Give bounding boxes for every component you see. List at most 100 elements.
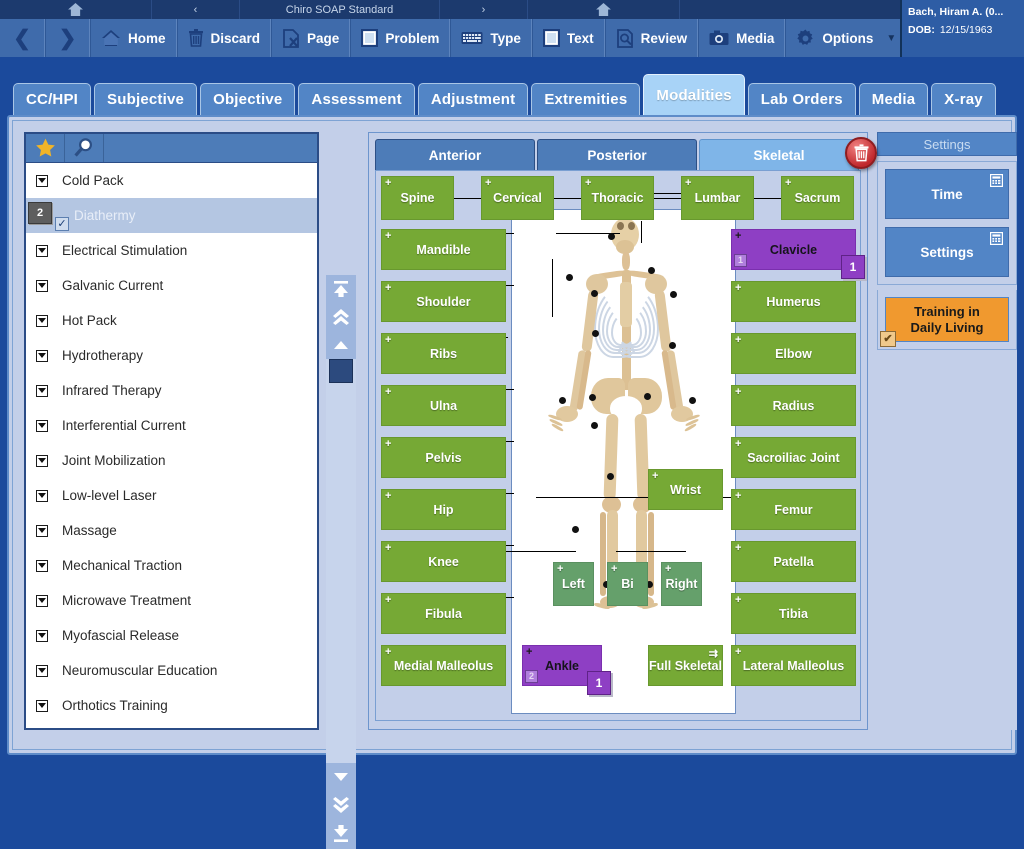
region-button-ankle-selected[interactable]: + Ankle 2 1 [522, 645, 611, 695]
calculator-icon[interactable] [990, 232, 1004, 248]
dropdown-box-icon[interactable] [36, 244, 48, 257]
region-selection-badge[interactable]: 1 [587, 671, 611, 695]
expand-icon[interactable]: ⇉ [709, 647, 718, 660]
dropdown-box-icon[interactable] [36, 594, 48, 607]
dropdown-box-icon[interactable] [36, 314, 48, 327]
add-icon[interactable]: + [385, 177, 391, 189]
tab-subjective[interactable]: Subjective [94, 83, 198, 115]
add-icon[interactable]: + [665, 563, 671, 575]
region-button-lumbar[interactable]: + Lumbar [681, 176, 754, 220]
list-item[interactable]: Cold Pack [26, 163, 317, 198]
home-button[interactable]: Home [90, 19, 177, 57]
scroll-line-down-button[interactable] [326, 763, 356, 791]
titlebar-next-button[interactable]: › [440, 0, 528, 19]
media-button[interactable]: Media [698, 19, 786, 57]
region-marker-dot[interactable] [669, 342, 676, 349]
tab-cc-hpi[interactable]: CC/HPI [13, 83, 92, 115]
region-marker-dot[interactable] [572, 526, 579, 533]
chevron-down-icon[interactable]: ▼ [886, 33, 896, 44]
view-tab-posterior[interactable]: Posterior [537, 139, 697, 171]
dropdown-box-icon[interactable] [36, 524, 48, 537]
dropdown-box-icon[interactable] [36, 699, 48, 712]
titlebar-home-left[interactable] [0, 0, 152, 19]
tab-lab-orders[interactable]: Lab Orders [747, 83, 856, 115]
region-button-cervical[interactable]: + Cervical [481, 176, 554, 220]
region-marker-dot[interactable] [591, 422, 598, 429]
tab-modalities[interactable]: Modalities [643, 74, 745, 115]
add-icon[interactable]: + [652, 470, 658, 482]
page-button[interactable]: Page [271, 19, 351, 57]
region-marker-dot[interactable] [689, 397, 696, 404]
region-marker-dot[interactable] [566, 274, 573, 281]
add-icon[interactable]: + [385, 646, 391, 658]
dropdown-box-icon[interactable] [36, 419, 48, 432]
list-item[interactable]: Massage [26, 513, 317, 548]
add-icon[interactable]: + [385, 490, 391, 502]
list-item[interactable]: Neuromuscular Education [26, 653, 317, 688]
region-button-elbow[interactable]: + Elbow [731, 333, 856, 374]
list-item[interactable]: Hot Pack [26, 303, 317, 338]
list-item[interactable]: Interferential Current [26, 408, 317, 443]
favorites-star-icon[interactable] [26, 134, 65, 162]
region-button-knee[interactable]: + Knee [381, 541, 506, 582]
region-button-ulna[interactable]: + Ulna [381, 385, 506, 426]
tab-media[interactable]: Media [858, 83, 929, 115]
patient-info-chip[interactable]: Bach, Hiram A. (0... DOB: 12/15/1963 [900, 0, 1024, 57]
add-icon[interactable]: + [735, 230, 741, 242]
dropdown-box-icon[interactable] [36, 629, 48, 642]
problem-button[interactable]: Problem [350, 19, 451, 57]
nav-forward-button[interactable]: ❯ [45, 19, 90, 57]
region-marker-dot[interactable] [589, 394, 596, 401]
region-button-mandible[interactable]: + Mandible [381, 229, 506, 270]
discard-button[interactable]: Discard [176, 19, 272, 57]
add-icon[interactable]: + [385, 594, 391, 606]
scroll-to-bottom-button[interactable] [326, 819, 356, 849]
titlebar-home-right[interactable] [528, 0, 680, 19]
tab-objective[interactable]: Objective [200, 83, 296, 115]
scrollbar-thumb[interactable] [329, 359, 353, 383]
region-marker-dot[interactable] [670, 291, 677, 298]
dropdown-box-icon[interactable] [36, 349, 48, 362]
region-marker-dot[interactable] [591, 290, 598, 297]
list-item[interactable]: Joint Mobilization [26, 443, 317, 478]
region-button-ribs[interactable]: + Ribs [381, 333, 506, 374]
type-button[interactable]: Type [450, 19, 532, 57]
delete-region-button[interactable] [845, 137, 877, 169]
add-icon[interactable]: + [735, 490, 741, 502]
view-tab-anterior[interactable]: Anterior [375, 139, 535, 171]
dropdown-box-icon[interactable] [36, 489, 48, 502]
add-icon[interactable]: + [526, 646, 532, 658]
region-button-radius[interactable]: + Radius [731, 385, 856, 426]
tab-adjustment[interactable]: Adjustment [417, 83, 529, 115]
add-icon[interactable]: + [385, 386, 391, 398]
scroll-to-top-button[interactable] [326, 275, 356, 303]
region-marker-dot[interactable] [607, 473, 614, 480]
search-icon[interactable] [65, 134, 104, 162]
nav-back-button[interactable]: ❮ [0, 19, 45, 57]
dropdown-box-icon[interactable] [36, 454, 48, 467]
checked-icon[interactable]: ✓ [55, 217, 69, 231]
view-tab-skeletal[interactable]: Skeletal [699, 139, 859, 171]
scroll-line-up-button[interactable] [326, 331, 356, 359]
add-icon[interactable]: + [611, 563, 617, 575]
region-marker-dot[interactable] [559, 397, 566, 404]
tab-extremities[interactable]: Extremities [531, 83, 641, 115]
dropdown-box-icon[interactable] [36, 559, 48, 572]
review-button[interactable]: Review [604, 19, 699, 57]
region-marker-dot[interactable] [644, 393, 651, 400]
add-icon[interactable]: + [385, 230, 391, 242]
list-item[interactable]: Hydrotherapy [26, 338, 317, 373]
titlebar-prev-button[interactable]: ‹ [152, 0, 240, 19]
scroll-page-down-button[interactable] [326, 791, 356, 819]
modality-list-scrollbar[interactable] [326, 275, 356, 849]
region-button-bi[interactable]: + Bi [607, 562, 648, 606]
skeleton-image[interactable] [511, 209, 736, 714]
dropdown-box-icon[interactable] [36, 279, 48, 292]
region-selection-badge[interactable]: 1 [841, 255, 865, 279]
scroll-page-up-button[interactable] [326, 303, 356, 331]
dropdown-box-icon[interactable] [36, 664, 48, 677]
region-button-spine[interactable]: + Spine [381, 176, 454, 220]
add-icon[interactable]: + [735, 282, 741, 294]
add-icon[interactable]: + [585, 177, 591, 189]
region-button-sacrum[interactable]: + Sacrum [781, 176, 854, 220]
